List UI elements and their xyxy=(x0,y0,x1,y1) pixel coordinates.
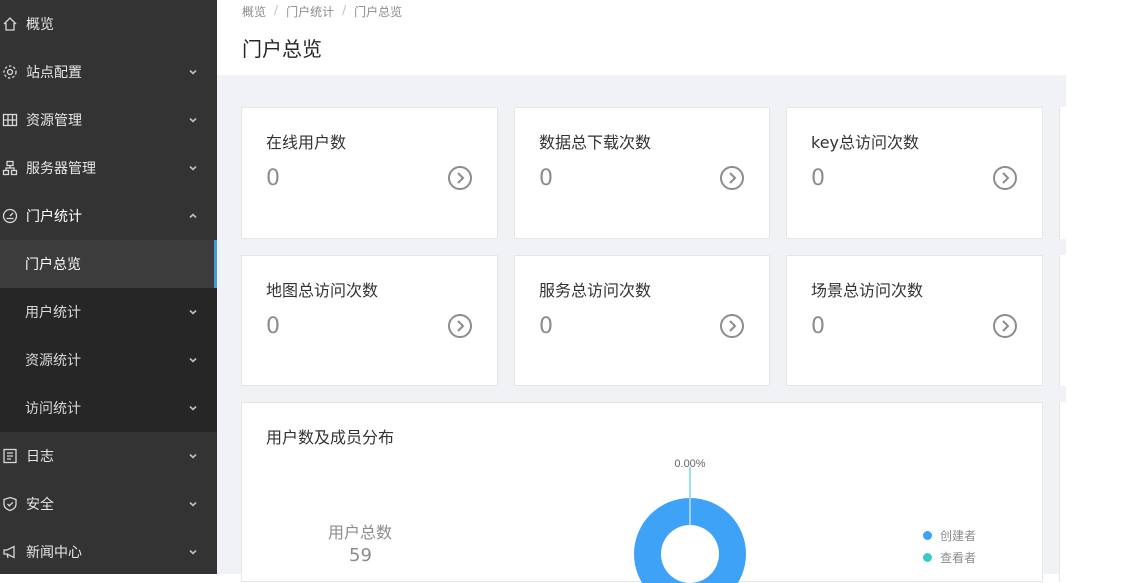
panel-partial xyxy=(1059,402,1066,582)
legend-dot xyxy=(923,553,932,562)
stat-card-map-visits: 地图总访问次数 0 xyxy=(241,255,498,386)
stat-card-key-visits: key总访问次数 0 xyxy=(786,107,1043,239)
grid-icon xyxy=(2,112,18,128)
sidebar-item-resource-mgmt[interactable]: 资源管理 xyxy=(0,96,217,144)
sidebar-item-security[interactable]: 安全 xyxy=(0,480,217,528)
breadcrumb-separator: / xyxy=(274,3,279,17)
sidebar-subitem-label: 门户总览 xyxy=(25,257,81,273)
chevron-down-icon xyxy=(187,546,199,558)
member-donut-chart: 0.00% xyxy=(634,458,746,583)
stat-card-partial xyxy=(1059,255,1066,386)
user-distribution-panel: 用户数及成员分布 用户总数 59 0.00% 创建者 查看者 xyxy=(241,402,1043,583)
legend-item-creator[interactable]: 创建者 xyxy=(923,527,976,544)
legend-item-viewer[interactable]: 查看者 xyxy=(923,549,976,566)
stat-value: 0 xyxy=(266,166,280,191)
chevron-down-icon xyxy=(187,402,199,414)
stat-label: 在线用户数 xyxy=(266,133,347,152)
breadcrumb-item-current: 门户总览 xyxy=(354,5,403,19)
stat-value: 0 xyxy=(539,314,553,339)
megaphone-icon xyxy=(2,544,18,560)
arrow-right-circle-icon[interactable] xyxy=(992,313,1018,339)
breadcrumb-separator: / xyxy=(342,3,347,17)
arrow-right-circle-icon[interactable] xyxy=(992,165,1018,191)
breadcrumb-item-portal-stats[interactable]: 门户统计 xyxy=(286,3,334,20)
panel-title: 用户数及成员分布 xyxy=(266,428,395,447)
sidebar-item-news[interactable]: 新闻中心 xyxy=(0,528,217,576)
sidebar: 概览 站点配置 资源管理 服务器管理 门户统计 门户总览 用户统计 资源统计 访 xyxy=(0,0,217,574)
stat-value: 0 xyxy=(811,166,825,191)
arrow-right-circle-icon[interactable] xyxy=(447,165,473,191)
stat-value: 0 xyxy=(811,314,825,339)
stat-card-service-visits: 服务总访问次数 0 xyxy=(514,255,770,386)
total-users-value: 59 xyxy=(349,545,372,566)
chevron-down-icon xyxy=(187,162,199,174)
chevron-up-icon xyxy=(187,210,199,222)
sidebar-item-label: 服务器管理 xyxy=(26,161,96,177)
sidebar-subitem-resource-stats[interactable]: 资源统计 xyxy=(0,336,217,384)
sidebar-item-overview[interactable]: 概览 xyxy=(0,0,217,48)
stat-card-partial xyxy=(1059,107,1066,239)
breadcrumb-item-overview[interactable]: 概览 xyxy=(242,3,266,20)
stat-label: 数据总下载次数 xyxy=(539,133,652,152)
stat-value: 0 xyxy=(266,314,280,339)
sidebar-item-label: 站点配置 xyxy=(26,65,82,81)
legend-label: 创建者 xyxy=(940,529,977,543)
arrow-right-circle-icon[interactable] xyxy=(447,313,473,339)
sidebar-subitem-label: 用户统计 xyxy=(25,305,81,321)
sidebar-subitem-portal-overview[interactable]: 门户总览 xyxy=(0,240,217,288)
sidebar-item-portal-stats[interactable]: 门户统计 xyxy=(0,192,217,240)
stat-value: 0 xyxy=(539,166,553,191)
home-icon xyxy=(2,16,18,32)
sidebar-item-logs[interactable]: 日志 xyxy=(0,432,217,480)
arrow-right-circle-icon[interactable] xyxy=(719,165,745,191)
gear-icon xyxy=(2,64,18,80)
total-users-label: 用户总数 xyxy=(328,523,393,542)
sidebar-subitem-access-stats[interactable]: 访问统计 xyxy=(0,384,217,432)
dashboard-icon xyxy=(2,208,18,224)
page-header: 概览 / 门户统计 / 门户总览 门户总览 xyxy=(217,0,1066,75)
sidebar-item-site-config[interactable]: 站点配置 xyxy=(0,48,217,96)
chevron-down-icon xyxy=(187,114,199,126)
chevron-down-icon xyxy=(187,66,199,78)
right-blank-area xyxy=(1066,0,1143,574)
sidebar-item-label: 概览 xyxy=(26,17,54,33)
sidebar-item-label: 安全 xyxy=(26,497,54,513)
stat-card-online-users: 在线用户数 0 xyxy=(241,107,498,239)
chevron-down-icon xyxy=(187,498,199,510)
sidebar-item-label: 新闻中心 xyxy=(26,545,82,561)
sidebar-subitem-user-stats[interactable]: 用户统计 xyxy=(0,288,217,336)
sidebar-item-label: 门户统计 xyxy=(26,209,82,225)
stat-card-data-downloads: 数据总下载次数 0 xyxy=(514,107,770,239)
chevron-down-icon xyxy=(187,306,199,318)
donut-hole xyxy=(661,525,719,583)
legend-dot xyxy=(923,531,932,540)
legend-label: 查看者 xyxy=(940,551,977,565)
sidebar-item-server-mgmt[interactable]: 服务器管理 xyxy=(0,144,217,192)
chevron-down-icon xyxy=(187,354,199,366)
arrow-right-circle-icon[interactable] xyxy=(719,313,745,339)
shield-icon xyxy=(2,496,18,512)
sidebar-subitem-label: 访问统计 xyxy=(25,401,81,417)
log-icon xyxy=(2,448,18,464)
donut-percent-label: 0.00% xyxy=(674,458,705,470)
sidebar-subitem-label: 资源统计 xyxy=(25,353,81,369)
stat-label: 地图总访问次数 xyxy=(266,281,379,300)
stat-label: key总访问次数 xyxy=(811,133,920,152)
main-content: 在线用户数 0 数据总下载次数 0 key总访问次数 0 地图总访问次数 0 服… xyxy=(217,75,1066,583)
stat-card-scene-visits: 场景总访问次数 0 xyxy=(786,255,1043,386)
server-icon xyxy=(2,160,18,176)
breadcrumb: 概览 / 门户统计 / 门户总览 xyxy=(242,3,402,20)
chevron-down-icon xyxy=(187,450,199,462)
page-title: 门户总览 xyxy=(242,37,322,61)
stat-label: 服务总访问次数 xyxy=(539,281,652,300)
portal-stats-submenu: 门户总览 用户统计 资源统计 访问统计 xyxy=(0,240,217,432)
sidebar-item-label: 资源管理 xyxy=(26,113,82,129)
stat-label: 场景总访问次数 xyxy=(811,281,924,300)
sidebar-item-label: 日志 xyxy=(26,449,54,465)
